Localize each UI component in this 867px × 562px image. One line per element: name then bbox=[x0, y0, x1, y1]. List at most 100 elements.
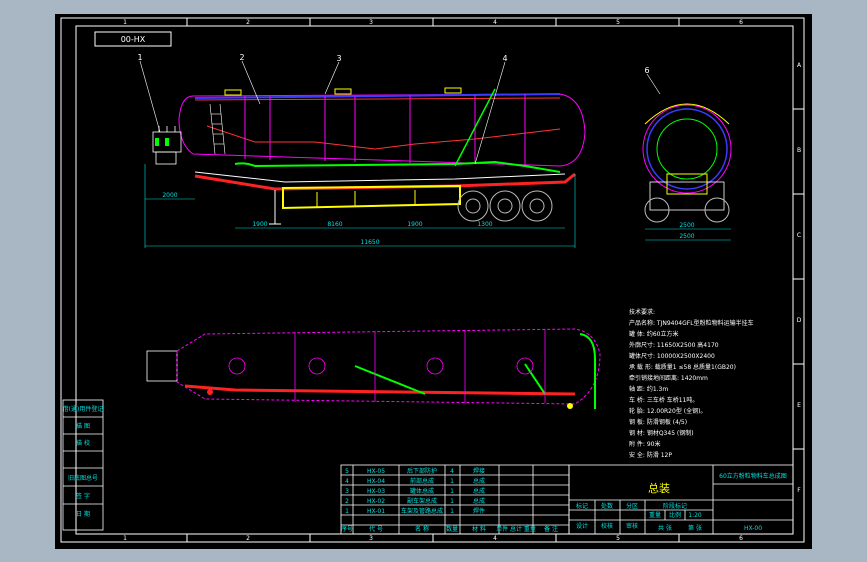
bom-rows: 5 HX-05 后下部防护 4 焊接 4 HX-04 前部总成 1 总成 3 H… bbox=[341, 467, 558, 533]
balloon-4: 4 bbox=[502, 54, 507, 63]
bom-seq: 4 bbox=[345, 478, 349, 485]
tech-note-line: 轮 胎: 12.00R20型 (全钢)。 bbox=[629, 407, 706, 415]
balloon-2: 2 bbox=[239, 53, 244, 62]
outer-frame bbox=[60, 17, 805, 543]
dim-front-overhang: 2000 bbox=[162, 192, 177, 199]
bom-code: HX-02 bbox=[367, 498, 385, 505]
grid-number-bottom-2: 2 bbox=[246, 535, 250, 542]
grid-number-top-6: 6 bbox=[739, 19, 743, 26]
bom-header: 备 注 bbox=[544, 525, 558, 533]
tech-note-line: 罐 体: 约60立方米 bbox=[629, 330, 678, 338]
balloon-6: 6 bbox=[644, 66, 649, 75]
grid-letter-B: B bbox=[797, 147, 801, 154]
title-label-check: 校核 bbox=[601, 522, 613, 530]
title-label-stage: 阶段标记 bbox=[663, 502, 687, 510]
bom-header: 名 称 bbox=[415, 525, 429, 533]
title-label-total-sheets: 共 张 bbox=[658, 524, 672, 532]
tech-note-line: 钢 板: 防滑钢板 (4/5) bbox=[629, 418, 687, 426]
dim-overall-length: 11650 bbox=[360, 239, 379, 246]
grid-letter-A: A bbox=[797, 62, 802, 69]
title-label-mark: 标记 bbox=[576, 502, 588, 510]
grid-letter-C: C bbox=[797, 232, 801, 239]
bom-note: 焊件 bbox=[473, 507, 485, 515]
tech-note-line: 产品名称: TJN9404GFL型粉粒物料运输半挂车 bbox=[629, 319, 754, 327]
bom-note: 总成 bbox=[473, 487, 485, 495]
tech-notes-heading: 技术要求: bbox=[629, 308, 655, 316]
bom-code: HX-01 bbox=[367, 508, 385, 515]
dim-3: 1900 bbox=[407, 221, 422, 228]
tech-notes: 技术要求: 产品名称: TJN9404GFL型粉粒物料运输半挂车 罐 体: 约6… bbox=[629, 308, 754, 459]
title-label-audit: 审核 bbox=[626, 522, 638, 530]
tech-note-line: 外廓尺寸: 11650X2500 高4170 bbox=[629, 341, 719, 349]
left-table-label: 签 字 bbox=[76, 492, 90, 500]
bom-seq: 1 bbox=[345, 508, 349, 515]
tech-note-line: 车 桥: 三车桥 车桥11吨。 bbox=[629, 396, 698, 404]
balloon-3: 3 bbox=[336, 54, 341, 63]
title-label-count: 处数 bbox=[601, 502, 613, 510]
tech-note-line: 罐体尺寸: 10000X2500X2400 bbox=[629, 352, 715, 360]
title-block-scale: 1:20 bbox=[688, 512, 702, 519]
balloon-1: 1 bbox=[137, 53, 142, 62]
title-block-drawing-no: HX-00 bbox=[744, 525, 762, 532]
grid-number-bottom-5: 5 bbox=[616, 535, 620, 542]
dim-1: 1900 bbox=[252, 221, 267, 228]
tech-note-line: 承 载 形: 载质量1 ≤58 总质量1(GB20) bbox=[629, 363, 736, 371]
bom-name: 前部总成 bbox=[410, 477, 434, 485]
dim-end-total: 2500 bbox=[679, 233, 694, 240]
grid-number-top-3: 3 bbox=[369, 19, 373, 26]
bom-header: 单件 总计 重量 bbox=[496, 525, 536, 533]
left-table-label: 日 期 bbox=[76, 510, 90, 518]
grid-number-bottom-4: 4 bbox=[493, 535, 497, 542]
grid-number-bottom-3: 3 bbox=[369, 535, 373, 542]
left-table-label: 旧底图总号 bbox=[68, 474, 98, 482]
grid-letter-E: E bbox=[797, 402, 801, 409]
title-block-product: 60立方粉粒物料车总成图 bbox=[719, 472, 787, 480]
bom-note: 总成 bbox=[473, 477, 485, 485]
bom-header: 数量 bbox=[446, 525, 458, 533]
bom-seq: 3 bbox=[345, 488, 349, 495]
bom-name: 罐体总成 bbox=[410, 487, 434, 495]
title-label-scale: 比例 bbox=[669, 511, 681, 519]
bom-qty: 1 bbox=[450, 488, 454, 495]
tech-note-line: 牵引销接地间距离: 1420mm bbox=[629, 374, 708, 382]
title-label-design: 设计 bbox=[576, 522, 588, 530]
dim-4: 1300 bbox=[477, 221, 492, 228]
left-table-label: 描 校 bbox=[76, 439, 90, 447]
drawing-code: 00-HX bbox=[121, 35, 146, 44]
left-table-label: 描 图 bbox=[76, 422, 90, 430]
grid-letter-D: D bbox=[797, 317, 802, 324]
bom-header: 代 号 bbox=[369, 525, 383, 533]
bom-seq: 2 bbox=[345, 498, 349, 505]
tech-note-line: 钢 材: 钢材Q345 (钢制) bbox=[629, 429, 694, 437]
bom-seq: 5 bbox=[345, 468, 349, 475]
bom-code: HX-05 bbox=[367, 468, 385, 475]
cad-drawing: 1 2 3 4 5 6 1 2 3 4 5 6 A B C D E F 00-H… bbox=[60, 17, 805, 543]
bom-qty: 1 bbox=[450, 508, 454, 515]
tech-note-line: 轴 距: 约1.3m bbox=[629, 385, 668, 393]
title-block-title: 总装 bbox=[648, 481, 670, 495]
top-view bbox=[146, 328, 601, 409]
grid-number-top-4: 4 bbox=[493, 19, 497, 26]
bom-qty: 4 bbox=[450, 468, 454, 475]
bom-note: 总成 bbox=[473, 497, 485, 505]
tech-note-line: 安 全: 防滑 12P bbox=[629, 451, 672, 459]
title-label-zone: 分区 bbox=[626, 502, 638, 510]
tech-note-line: 附 件: 90米 bbox=[629, 440, 660, 448]
grid-letter-F: F bbox=[797, 487, 801, 494]
bom-name: 后下部防护 bbox=[407, 467, 437, 475]
bom-note: 焊接 bbox=[473, 467, 485, 475]
bom-qty: 1 bbox=[450, 498, 454, 505]
drawing-canvas: 1 2 3 4 5 6 1 2 3 4 5 6 A B C D E F 00-H… bbox=[55, 14, 812, 549]
bom-code: HX-03 bbox=[367, 488, 385, 495]
title-label-sheet: 第 张 bbox=[688, 524, 702, 532]
grid-number-bottom-1: 1 bbox=[123, 535, 127, 542]
title-label-weight: 重量 bbox=[649, 511, 661, 519]
side-view bbox=[144, 87, 586, 248]
grid-number-top-2: 2 bbox=[246, 19, 250, 26]
left-table-label: 借(通)用件登记 bbox=[63, 405, 104, 413]
bom-name: 副车架总成 bbox=[407, 497, 437, 505]
grid-number-bottom-6: 6 bbox=[739, 535, 743, 542]
bom-header: 材 料 bbox=[472, 525, 486, 533]
bom-qty: 1 bbox=[450, 478, 454, 485]
bom-name: 车架及管路总成 bbox=[401, 507, 443, 515]
